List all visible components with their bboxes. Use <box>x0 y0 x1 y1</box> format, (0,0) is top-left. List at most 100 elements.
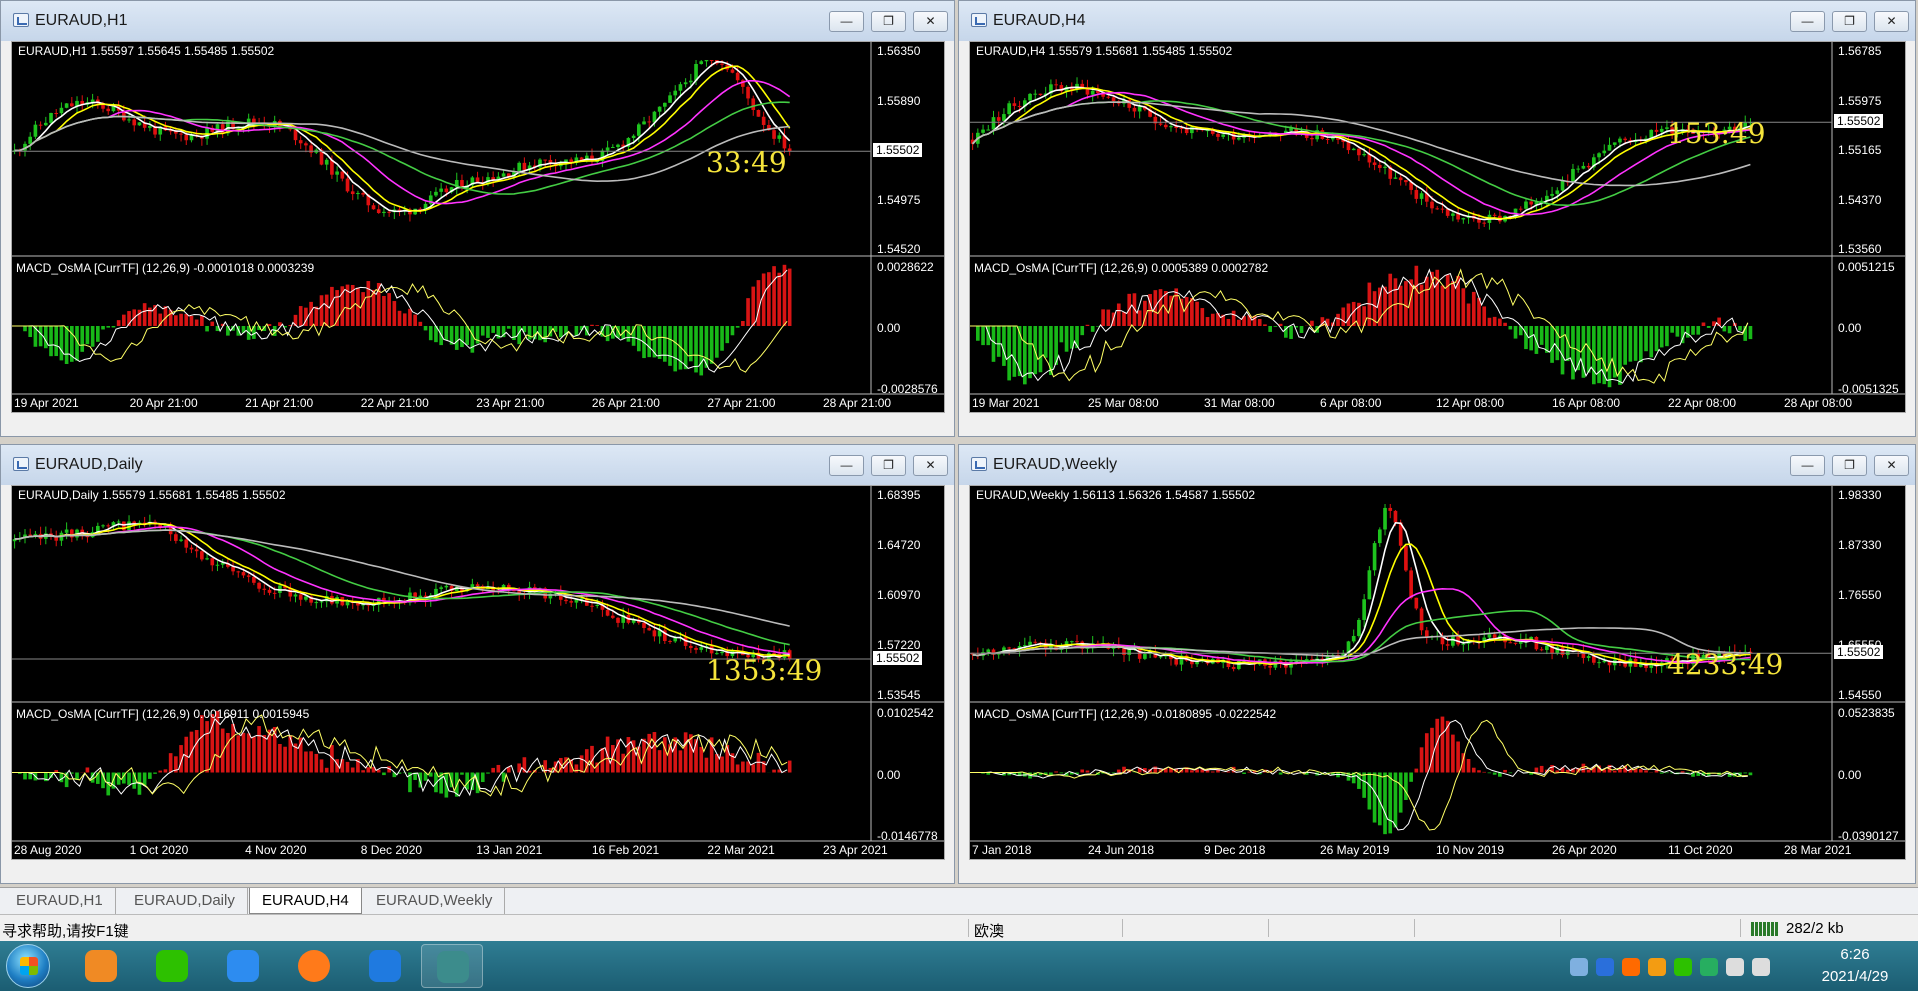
time-axis-tick: 23 Apr 21:00 <box>476 396 545 410</box>
candle-body <box>1414 597 1419 609</box>
macd-histogram-bar <box>1028 326 1032 379</box>
macd-histogram-bar <box>741 761 745 773</box>
shield-icon[interactable] <box>1596 958 1614 976</box>
orange-app-icon[interactable] <box>1648 958 1666 976</box>
chart-tab[interactable]: EURAUD,H1 <box>4 888 116 914</box>
candle-body <box>564 599 568 602</box>
candle-body <box>215 124 220 132</box>
macd-histogram-bar <box>574 764 579 773</box>
macd-histogram-bar <box>413 314 417 326</box>
chart-tab[interactable]: EURAUD,Daily <box>122 888 248 914</box>
macd-histogram-bar <box>1362 772 1366 798</box>
chart-canvas[interactable]: EURAUD,H4 1.55579 1.55681 1.55485 1.5550… <box>969 41 1906 413</box>
candle-body <box>335 171 339 175</box>
window-title: EURAUD,Daily <box>35 456 143 473</box>
minimize-button[interactable]: — <box>1790 11 1825 32</box>
wechat-tray-icon[interactable] <box>1674 958 1692 976</box>
close-button[interactable]: ✕ <box>913 455 948 476</box>
candle-body <box>652 630 657 637</box>
connection-status-icon[interactable] <box>1750 920 1780 936</box>
close-button[interactable]: ✕ <box>1874 11 1909 32</box>
window-title-bar[interactable]: EURAUD,H1 — ❐ ✕ <box>1 1 954 41</box>
macd-histogram-bar <box>1727 326 1732 334</box>
network-app-icon[interactable] <box>1700 958 1718 976</box>
chart-canvas[interactable]: EURAUD,H1 1.55597 1.55645 1.55485 1.5550… <box>11 41 945 413</box>
time-axis-tick: 26 Apr 2020 <box>1552 843 1617 857</box>
price-axis-tick: 1.54975 <box>877 192 921 207</box>
window-title-bar[interactable]: EURAUD,Weekly — ❐ ✕ <box>959 445 1915 485</box>
macd-histogram-bar <box>1346 303 1351 326</box>
speaker-muted-icon[interactable] <box>1726 958 1744 976</box>
candle-body <box>1080 83 1085 88</box>
macd-histogram-bar <box>1153 290 1158 326</box>
close-button[interactable]: ✕ <box>1874 455 1909 476</box>
moving-average-line-0 <box>972 86 1751 221</box>
candle-body <box>673 637 678 642</box>
time-axis-tick: 22 Apr 08:00 <box>1668 396 1737 410</box>
minimize-button[interactable]: — <box>829 11 864 32</box>
chart-tab[interactable]: EURAUD,Weekly <box>364 888 506 914</box>
macd-histogram-bar <box>678 750 683 773</box>
chart-window-2[interactable]: EURAUD,Daily — ❐ ✕ EURAUD,Daily 1.55579 1.55… <box>0 444 955 884</box>
restore-button[interactable]: ❐ <box>1832 11 1867 32</box>
chart-canvas[interactable]: EURAUD,Daily 1.55579 1.55681 1.55485 1.5… <box>11 485 945 860</box>
macd-histogram-bar <box>23 326 27 332</box>
macd-histogram-bar <box>148 772 152 779</box>
start-button[interactable] <box>6 944 50 988</box>
chart-window-3[interactable]: EURAUD,Weekly — ❐ ✕ EURAUD,Weekly 1.56113 1.… <box>958 444 1916 884</box>
restore-button[interactable]: ❐ <box>1832 455 1867 476</box>
candle-body <box>1351 635 1356 642</box>
candle-body <box>298 594 303 600</box>
candle-body <box>772 130 776 139</box>
chart-tab[interactable]: EURAUD,H4 <box>249 888 362 914</box>
window-title-bar[interactable]: EURAUD,H4 — ❐ ✕ <box>959 1 1915 41</box>
usb-icon[interactable] <box>1570 958 1588 976</box>
macd-axis-tick: 0.0051215 <box>1838 260 1895 274</box>
candle-body <box>236 571 241 573</box>
firefox-icon <box>298 950 330 982</box>
taskbar-app[interactable] <box>70 944 132 988</box>
candle-body <box>298 140 303 144</box>
candle-body <box>28 136 33 144</box>
price-axis-tick: 1.87330 <box>1838 538 1882 552</box>
close-button[interactable]: ✕ <box>913 11 948 32</box>
time-axis-tick: 13 Jan 2021 <box>476 843 543 857</box>
signal-icon[interactable] <box>1752 958 1770 976</box>
candle-body <box>1513 642 1518 644</box>
candle-body <box>517 162 521 171</box>
macd-histogram-bar <box>683 326 688 370</box>
macd-histogram-bar <box>1414 768 1419 773</box>
candle-body <box>1440 208 1445 210</box>
taskbar-app[interactable] <box>141 944 203 988</box>
taskbar-app[interactable] <box>354 944 416 988</box>
chart-window-icon <box>971 457 987 471</box>
security-app-icon[interactable] <box>1622 958 1640 976</box>
macd-histogram-bar <box>1492 316 1497 326</box>
taskbar-app[interactable] <box>421 944 483 988</box>
restore-button[interactable]: ❐ <box>871 455 906 476</box>
candle-body <box>189 547 194 550</box>
macd-histogram-bar <box>1257 319 1262 326</box>
macd-histogram-bar <box>324 294 329 326</box>
moving-average-line-1 <box>972 87 1751 220</box>
taskbar-time[interactable]: 6:26 <box>1812 946 1898 963</box>
chart-window-0[interactable]: EURAUD,H1 — ❐ ✕ EURAUD,H1 1.55597 1.55645 1.… <box>0 0 955 437</box>
macd-histogram-bar <box>111 326 116 328</box>
candle-body <box>735 72 740 81</box>
time-axis-tick: 20 Apr 21:00 <box>129 396 198 410</box>
taskbar-date[interactable]: 2021/4/29 <box>1812 968 1898 985</box>
time-axis-tick: 28 Apr 21:00 <box>823 396 892 410</box>
macd-histogram-bar <box>1414 265 1419 326</box>
window-title-bar[interactable]: EURAUD,Daily — ❐ ✕ <box>1 445 954 485</box>
chart-window-1[interactable]: EURAUD,H4 — ❐ ✕ EURAUD,H4 1.55579 1.55681 1.… <box>958 0 1916 437</box>
chart-symbol-info: EURAUD,Daily 1.55579 1.55681 1.55485 1.5… <box>18 488 286 502</box>
taskbar-app[interactable] <box>212 944 274 988</box>
macd-histogram-bar <box>1508 772 1513 774</box>
candle-body <box>1022 645 1027 647</box>
macd-histogram-bar <box>1524 326 1528 350</box>
restore-button[interactable]: ❐ <box>871 11 906 32</box>
chart-canvas[interactable]: EURAUD,Weekly 1.56113 1.56326 1.54587 1.… <box>969 485 1906 860</box>
minimize-button[interactable]: — <box>829 455 864 476</box>
taskbar-app[interactable] <box>283 944 345 988</box>
minimize-button[interactable]: — <box>1790 455 1825 476</box>
